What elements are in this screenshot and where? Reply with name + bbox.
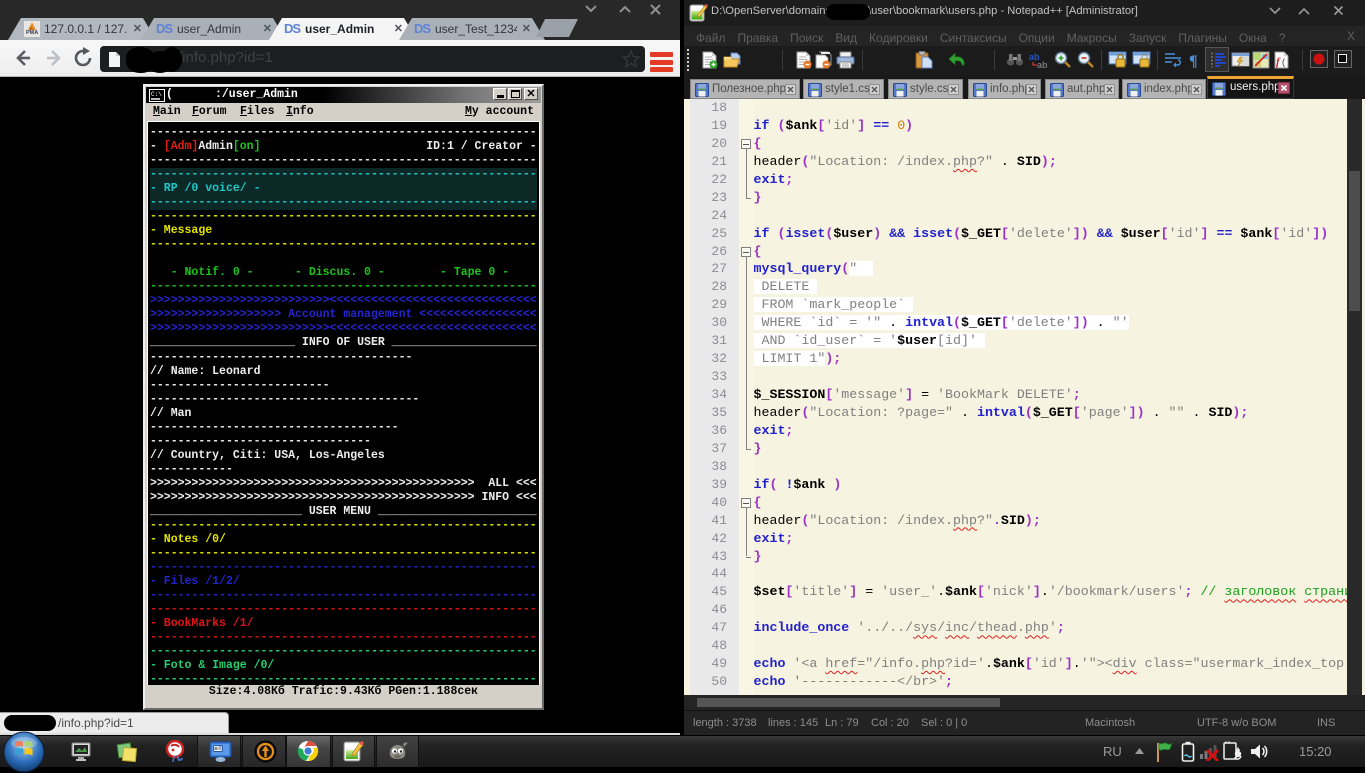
svg-text:ab: ab <box>1037 60 1048 69</box>
svg-text:C:\: C:\ <box>151 91 162 98</box>
svg-text:¶: ¶ <box>1189 53 1198 69</box>
svg-text:(: ( <box>1282 57 1285 67</box>
svg-text:PMA: PMA <box>26 30 38 35</box>
